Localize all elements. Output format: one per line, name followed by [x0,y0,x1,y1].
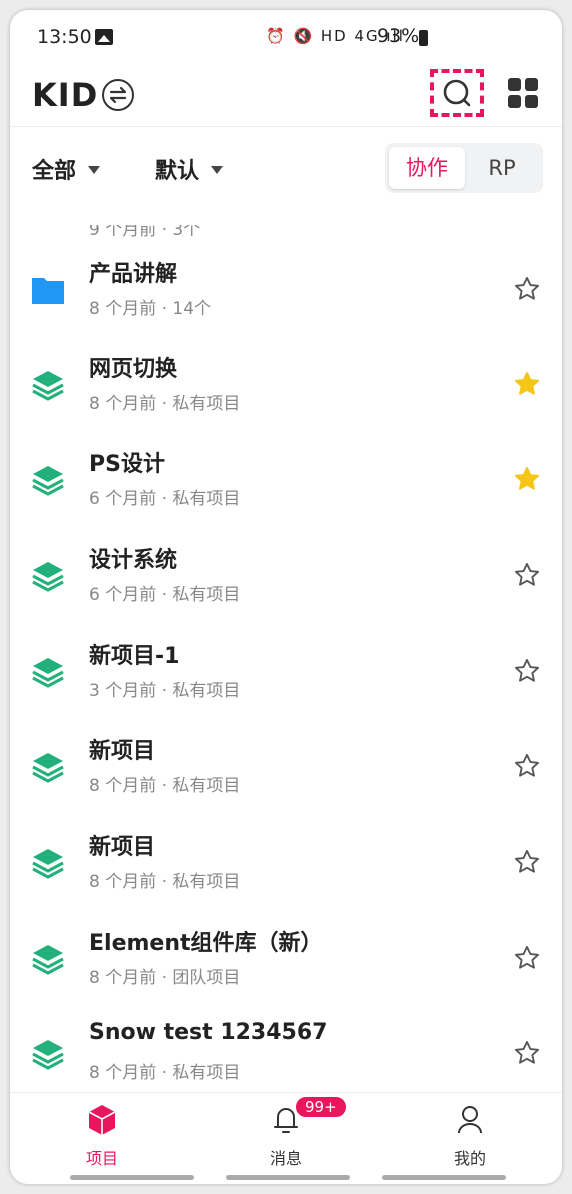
filter-bar: 全部 默认 协作 RP [10,127,562,202]
star-filled-icon[interactable] [513,465,541,493]
list-item-title: 网页切换 [89,357,178,382]
segment-collab[interactable]: 协作 [389,147,465,189]
list-item-title: Snow test 1234567 [89,1020,328,1045]
list-item[interactable]: Element组件库（新） 8 个月前 · 团队项目 [10,911,562,1006]
status-bar: 13:50 ⏰ 🔇 HD 4G ıll 93% [10,10,562,66]
layers-icon [30,462,66,498]
bottom-tab-bar: 项目 99+ 消息 我的 [10,1092,562,1184]
list-item-title: 新项目-1 [89,644,180,669]
list-item-title: 设计系统 [89,548,178,573]
layers-icon [30,941,66,977]
sort-dropdown[interactable]: 默认 [155,153,224,185]
tab-messages[interactable]: 99+ 消息 [194,1093,378,1184]
list-item[interactable]: Snow test 1234567 8 个月前 · 私有项目 [10,1006,562,1092]
list-item-title: 新项目 [89,739,156,764]
list-item[interactable]: PS设计 6 个月前 · 私有项目 [10,432,562,527]
layers-icon [30,654,66,690]
star-outline-icon[interactable] [513,1039,541,1067]
list-item-meta: 8 个月前 · 14个 [89,299,212,319]
tab-indicator [70,1175,194,1180]
list-item-meta: 6 个月前 · 私有项目 [89,585,241,605]
tab-label: 消息 [269,1149,302,1168]
list-item[interactable]: 设计系统 6 个月前 · 私有项目 [10,528,562,623]
tab-profile[interactable]: 我的 [378,1093,562,1184]
scope-dropdown[interactable]: 全部 [32,153,101,185]
star-outline-icon[interactable] [513,561,541,589]
segmented-control: 协作 RP [385,143,543,193]
layers-icon [30,749,66,785]
layers-icon [30,367,66,403]
list-item-meta: 8 个月前 · 团队项目 [89,968,241,988]
app-header: KID [10,66,562,127]
list-item-title: Element组件库（新） [89,931,323,956]
chevron-down-icon [88,166,101,174]
sort-label: 默认 [155,159,200,184]
chevron-down-icon [211,166,224,174]
list-item[interactable]: 新项目-1 3 个月前 · 私有项目 [10,624,562,719]
cube-icon [87,1103,117,1137]
list-item[interactable]: 新项目 8 个月前 · 私有项目 [10,815,562,910]
folder-icon [30,272,66,308]
list-item-title: PS设计 [89,452,165,477]
star-outline-icon[interactable] [513,275,541,303]
tab-projects[interactable]: 项目 [10,1093,194,1184]
star-outline-icon[interactable] [513,944,541,972]
switch-arrows-icon[interactable] [102,79,134,111]
unread-badge: 99+ [294,1095,348,1119]
star-outline-icon[interactable] [513,657,541,685]
list-item[interactable]: 新项目 8 个月前 · 私有项目 [10,719,562,814]
grid-icon[interactable] [508,78,538,108]
list-item-meta: 8 个月前 · 私有项目 [89,872,241,892]
list-item-meta: 9 个月前 · 3个 [89,220,201,240]
list-item[interactable]: 网页切换 8 个月前 · 私有项目 [10,337,562,432]
scope-label: 全部 [32,159,77,184]
list-item-meta: 8 个月前 · 私有项目 [89,1063,241,1083]
image-notification-icon [95,29,113,45]
layers-icon [30,1036,66,1072]
project-list: 9 个月前 · 3个 产品讲解 8 个月前 · 14个 网页切换 8 个月前 ·… [10,202,562,1092]
tab-indicator [226,1175,350,1180]
search-button[interactable] [430,69,484,117]
list-item-title: 新项目 [89,835,156,860]
list-item-meta: 8 个月前 · 私有项目 [89,776,241,796]
status-time: 13:50 [37,26,92,48]
battery-percentage: 93% [377,25,420,47]
tab-indicator [382,1175,506,1180]
layers-icon [30,558,66,594]
battery-icon [419,30,428,46]
list-item-meta: 6 个月前 · 私有项目 [89,489,241,509]
star-outline-icon[interactable] [513,752,541,780]
star-filled-icon[interactable] [513,370,541,398]
phone-screen: 13:50 ⏰ 🔇 HD 4G ıll 93% KID 全部 默认 协作 RP … [10,10,562,1184]
segment-rp[interactable]: RP [464,147,540,189]
list-item-meta: 3 个月前 · 私有项目 [89,681,241,701]
user-icon [455,1103,485,1137]
list-item[interactable]: 产品讲解 8 个月前 · 14个 [10,242,562,337]
layers-icon [30,845,66,881]
tab-label: 我的 [453,1149,486,1168]
list-item-meta: 8 个月前 · 私有项目 [89,394,241,414]
list-item-title: 产品讲解 [89,262,178,287]
tab-label: 项目 [85,1149,118,1168]
team-name: KID [32,76,99,114]
search-icon [443,79,471,107]
star-outline-icon[interactable] [513,848,541,876]
